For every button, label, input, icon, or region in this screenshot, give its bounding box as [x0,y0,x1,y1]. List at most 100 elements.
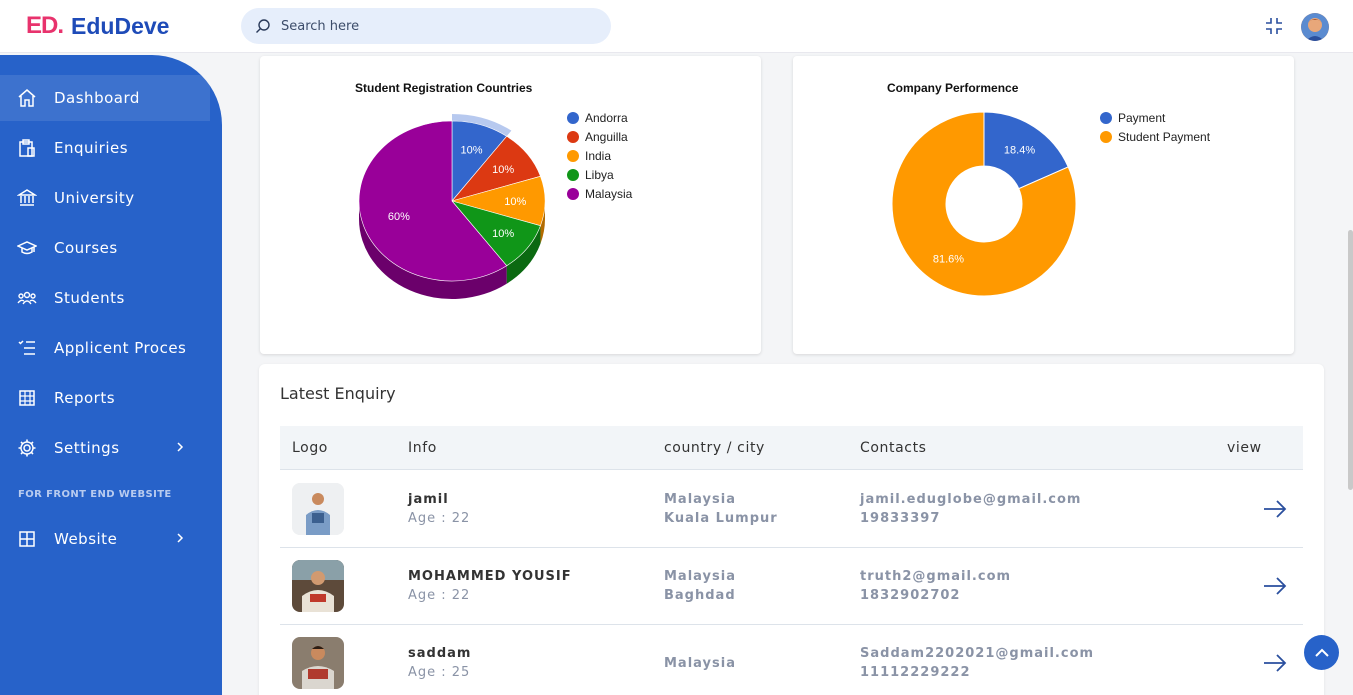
search-box[interactable] [241,8,611,44]
legend-swatch [567,112,579,124]
legend-label: Andorra [585,111,628,125]
arrow-right-icon[interactable] [1262,651,1288,675]
table-header: Logo Info country / city Contacts view [280,426,1303,470]
chart-title: Student Registration Countries [355,81,533,95]
student-country: Malaysia [664,656,736,671]
student-city: Kuala Lumpur [664,511,778,526]
student-email: truth2@gmail.com [860,569,1012,584]
layout-icon [19,531,35,547]
sidebar-item-enquiries[interactable]: Enquiries [0,125,210,171]
column-header-info: Info [408,440,437,456]
student-age: Age : 22 [408,588,471,603]
student-city: Baghdad [664,588,736,603]
legend-swatch [567,131,579,143]
section-title: Latest Enquiry [280,384,396,403]
legend-entry[interactable]: Malaysia [567,187,632,206]
legend-label: Student Payment [1118,130,1211,144]
student-country: Malaysia [664,569,736,584]
student-photo [292,483,344,535]
graduation-cap-icon [17,241,37,255]
donut-data-label: 18.4% [1004,145,1035,157]
sidebar-item-label: University [54,189,135,207]
legend-label: Malaysia [585,187,633,201]
student-email: Saddam2202021@gmail.com [860,646,1095,661]
chart-legend: Payment Student Payment [1100,111,1220,165]
legend-swatch [567,150,579,162]
collapse-fullscreen-icon[interactable] [1265,17,1283,35]
legend-label: Libya [585,168,614,182]
pie-data-label: 10% [504,196,526,208]
legend-entry[interactable]: India [567,149,632,168]
student-photo [292,637,344,689]
arrow-right-icon[interactable] [1262,497,1288,521]
sidebar-item-reports[interactable]: Reports [0,375,210,421]
chart-legend: Andorra Anguilla India Libya Malaysia [567,111,632,206]
sidebar-item-label: Reports [54,389,116,407]
brand-logo[interactable]: ED. EduDeve [26,12,169,40]
chevron-right-icon [177,442,184,452]
search-input[interactable] [281,18,581,34]
column-header-country: country / city [664,440,765,456]
legend-entry[interactable]: Andorra [567,111,632,130]
legend-swatch [1100,112,1112,124]
logo-mark: ED. [26,12,64,39]
chart-title: Company Performence [887,81,1019,95]
grid-icon [19,390,35,406]
student-phone: 11112229222 [860,665,971,680]
table-row: saddam Age : 25 Malaysia Saddam2202021@g… [280,625,1303,695]
section-label: FOR FRONT END WEBSITE [18,489,172,500]
home-icon [18,89,36,107]
sidebar-item-applicent-proces[interactable]: Applicent Proces [0,325,210,371]
scroll-to-top-button[interactable] [1304,635,1339,670]
arrow-right-icon[interactable] [1262,574,1288,598]
legend-entry[interactable]: Anguilla [567,130,632,149]
sidebar-item-label: Enquiries [54,139,129,157]
legend-label: India [585,149,612,163]
student-photo [292,560,344,612]
legend-swatch [567,169,579,181]
student-phone: 1832902702 [860,588,961,603]
pie-data-label: 10% [492,164,514,176]
legend-swatch [567,188,579,200]
sidebar-item-website[interactable]: Website [0,516,210,562]
sidebar-item-label: Courses [54,239,118,257]
sidebar-item-courses[interactable]: Courses [0,225,210,271]
user-avatar[interactable] [1301,13,1329,41]
clipboard-icon [19,139,35,157]
legend-entry[interactable]: Libya [567,168,632,187]
pie-data-label: 10% [492,228,514,240]
legend-entry[interactable]: Payment [1100,111,1220,130]
legend-label: Payment [1118,111,1166,125]
sidebar-item-label: Applicent Proces [54,339,187,357]
gear-icon [18,439,36,457]
chevron-right-icon [177,533,184,543]
sidebar: Dashboard Enquiries University Courses S… [0,55,222,695]
sidebar-item-students[interactable]: Students [0,275,210,321]
student-name: saddam [408,646,472,661]
search-icon [256,19,270,33]
sidebar-item-label: Settings [54,439,120,457]
chevron-up-icon [1314,648,1329,657]
chart-card-performance: Company Performence 18.4% 81.6% Payment St… [793,56,1294,354]
student-age: Age : 22 [408,511,471,526]
donut-data-label: 81.6% [933,253,964,265]
sidebar-item-university[interactable]: University [0,175,210,221]
checklist-icon [18,340,35,355]
student-name: MOHAMMED YOUSIF [408,569,572,584]
student-email: jamil.eduglobe@gmail.com [860,492,1082,507]
legend-label: Anguilla [585,130,628,144]
student-country: Malaysia [664,492,736,507]
legend-swatch [1100,131,1112,143]
legend-entry[interactable]: Student Payment [1100,130,1220,165]
student-name: jamil [408,492,449,507]
chart-card-registration: Student Registration Countries 10% 10% 10%… [260,56,761,354]
pie-data-label: 10% [461,144,483,156]
table-row: MOHAMMED YOUSIF Age : 22 Malaysia Baghda… [280,548,1303,625]
scrollbar[interactable] [1348,230,1353,490]
sidebar-item-settings[interactable]: Settings [0,425,210,471]
sidebar-item-label: Students [54,289,125,307]
top-bar: ED. EduDeve [0,0,1353,53]
sidebar-item-dashboard[interactable]: Dashboard [0,75,210,121]
column-header-logo: Logo [292,440,328,456]
institution-icon [17,189,37,206]
